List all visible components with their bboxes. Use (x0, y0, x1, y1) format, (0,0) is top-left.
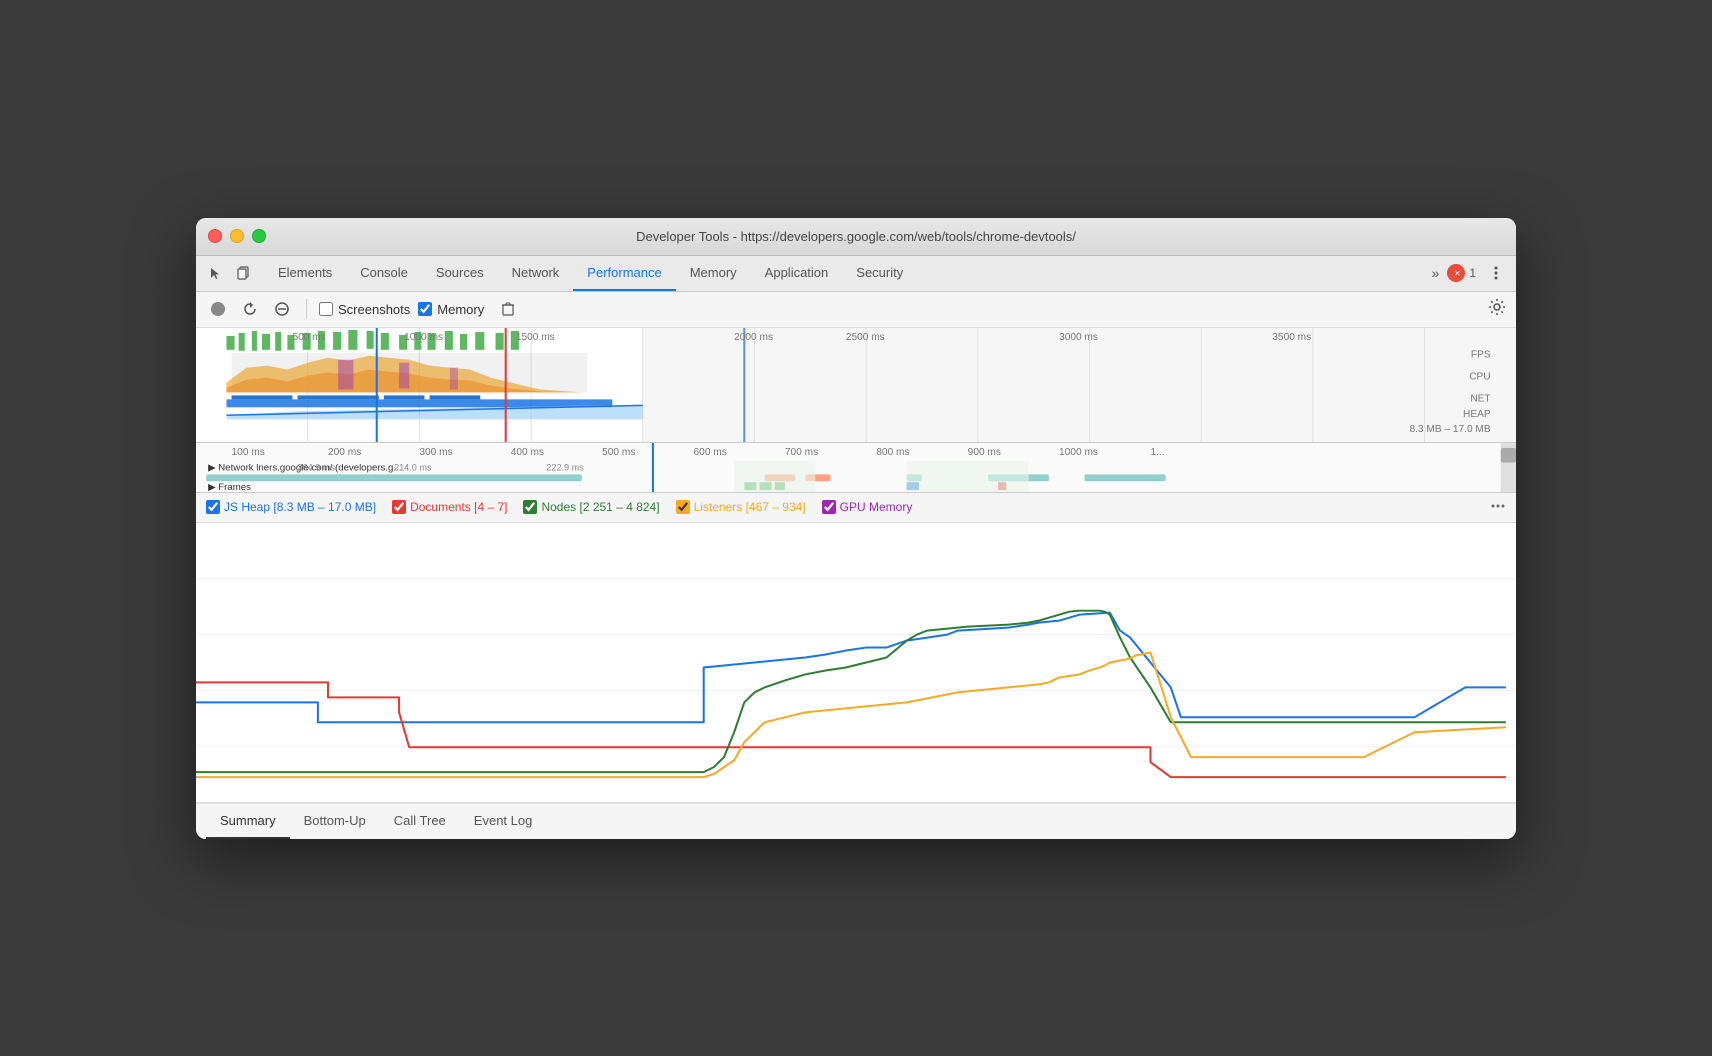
tab-icons (204, 261, 256, 285)
legend-listeners-label: Listeners [467 – 934] (694, 500, 806, 514)
settings-button[interactable] (1488, 298, 1506, 321)
svg-text:NET: NET (1470, 393, 1490, 404)
svg-text:100 ms: 100 ms (232, 446, 265, 457)
svg-text:8.3 MB – 17.0 MB: 8.3 MB – 17.0 MB (1409, 424, 1490, 435)
svg-text:FPS: FPS (1471, 349, 1491, 360)
close-button[interactable] (208, 229, 222, 243)
error-indicator: ✕ 1 (1447, 264, 1476, 282)
copy-icon[interactable] (232, 261, 256, 285)
tab-call-tree[interactable]: Call Tree (380, 803, 460, 839)
screenshots-checkbox[interactable] (319, 302, 333, 316)
more-tabs-button[interactable]: » (1424, 265, 1448, 281)
timeline-overview[interactable]: 500 ms 1000 ms 1500 ms 2000 ms 2500 ms 3… (196, 328, 1516, 443)
svg-text:HEAP: HEAP (1463, 409, 1491, 420)
legend-js-heap-label: JS Heap [8.3 MB – 17.0 MB] (224, 500, 376, 514)
tab-performance[interactable]: Performance (573, 255, 675, 291)
legend-nodes-checkbox[interactable] (523, 500, 537, 514)
clear-button[interactable] (270, 297, 294, 321)
tab-memory[interactable]: Memory (676, 255, 751, 291)
svg-text:700 ms: 700 ms (785, 446, 818, 457)
toolbar-separator-1 (306, 299, 307, 319)
svg-text:600 ms: 600 ms (694, 446, 727, 457)
tab-list: Elements Console Sources Network Perform… (264, 255, 1424, 291)
tab-event-log[interactable]: Event Log (460, 803, 547, 839)
svg-text:3500 ms: 3500 ms (1272, 331, 1311, 342)
legend-js-heap[interactable]: JS Heap [8.3 MB – 17.0 MB] (206, 500, 376, 514)
svg-text:222.9 ms: 222.9 ms (546, 462, 584, 472)
legend-nodes[interactable]: Nodes [2 251 – 4 824] (523, 500, 659, 514)
legend-documents[interactable]: Documents [4 – 7] (392, 500, 507, 514)
error-badge: ✕ (1447, 264, 1465, 282)
svg-text:1...: 1... (1150, 446, 1164, 457)
legend-js-heap-checkbox[interactable] (206, 500, 220, 514)
svg-text:900 ms: 900 ms (968, 446, 1001, 457)
devtools-body: Elements Console Sources Network Perform… (196, 256, 1516, 839)
svg-text:▶ Frames: ▶ Frames (208, 482, 251, 492)
tab-right-controls: ✕ 1 (1447, 261, 1508, 285)
legend-gpu[interactable]: GPU Memory (822, 500, 913, 514)
memory-toggle[interactable]: Memory (418, 302, 484, 317)
minimize-button[interactable] (230, 229, 244, 243)
legend-documents-checkbox[interactable] (392, 500, 406, 514)
legend-gpu-checkbox[interactable] (822, 500, 836, 514)
refresh-button[interactable] (238, 297, 262, 321)
tab-security[interactable]: Security (842, 255, 917, 291)
timeline-detail-row: 100 ms 200 ms 300 ms 400 ms 500 ms 600 m… (196, 443, 1516, 493)
svg-text:400 ms: 400 ms (511, 446, 544, 457)
svg-text:CPU: CPU (1469, 371, 1490, 382)
svg-text:300 ms: 300 ms (419, 446, 452, 457)
legend-menu-icon[interactable] (1490, 498, 1506, 517)
menu-icon[interactable] (1484, 261, 1508, 285)
traffic-lights (208, 229, 266, 243)
svg-text:1500 ms: 1500 ms (516, 331, 555, 342)
legend-listeners[interactable]: Listeners [467 – 934] (676, 500, 806, 514)
legend-gpu-label: GPU Memory (840, 500, 913, 514)
memory-chart[interactable] (196, 523, 1516, 803)
memory-chart-svg (196, 523, 1516, 802)
detail-row-svg: 100 ms 200 ms 300 ms 400 ms 500 ms 600 m… (196, 443, 1516, 492)
window-title: Developer Tools - https://developers.goo… (636, 229, 1076, 244)
svg-text:500 ms: 500 ms (292, 331, 325, 342)
memory-checkbox[interactable] (418, 302, 432, 316)
svg-text:1000 ms: 1000 ms (404, 331, 443, 342)
tab-console[interactable]: Console (346, 255, 422, 291)
devtools-window: Developer Tools - https://developers.goo… (196, 218, 1516, 839)
svg-text:2000 ms: 2000 ms (734, 331, 773, 342)
legend-listeners-checkbox[interactable] (676, 500, 690, 514)
cursor-icon[interactable] (204, 261, 228, 285)
svg-text:1000 ms: 1000 ms (1059, 446, 1098, 457)
legend-nodes-label: Nodes [2 251 – 4 824] (541, 500, 659, 514)
error-count: 1 (1469, 266, 1476, 280)
svg-text:✕: ✕ (1454, 269, 1461, 278)
screenshots-toggle[interactable]: Screenshots (319, 302, 410, 317)
tab-bar: Elements Console Sources Network Perform… (196, 256, 1516, 292)
tab-summary[interactable]: Summary (206, 803, 290, 839)
tab-application[interactable]: Application (751, 255, 843, 291)
trash-icon[interactable] (496, 297, 520, 321)
legend-documents-label: Documents [4 – 7] (410, 500, 507, 514)
title-bar: Developer Tools - https://developers.goo… (196, 218, 1516, 256)
toolbar: Screenshots Memory (196, 292, 1516, 328)
svg-text:200 ms: 200 ms (328, 446, 361, 457)
record-button[interactable] (206, 297, 230, 321)
svg-text:500 ms: 500 ms (602, 446, 635, 457)
tab-elements[interactable]: Elements (264, 255, 346, 291)
tab-bottom-up[interactable]: Bottom-Up (290, 803, 380, 839)
memory-legend: JS Heap [8.3 MB – 17.0 MB] Documents [4 … (196, 493, 1516, 523)
svg-text:3000 ms: 3000 ms (1059, 331, 1098, 342)
tab-sources[interactable]: Sources (422, 255, 498, 291)
svg-text:2500 ms: 2500 ms (846, 331, 885, 342)
timeline-overview-svg: 500 ms 1000 ms 1500 ms 2000 ms 2500 ms 3… (196, 328, 1516, 442)
tab-network[interactable]: Network (498, 255, 574, 291)
svg-text:214.0 ms: 214.0 ms (394, 462, 432, 472)
svg-text:364.9 ms: 364.9 ms (298, 462, 336, 472)
svg-text:800 ms: 800 ms (876, 446, 909, 457)
bottom-tabs: Summary Bottom-Up Call Tree Event Log (196, 803, 1516, 839)
maximize-button[interactable] (252, 229, 266, 243)
